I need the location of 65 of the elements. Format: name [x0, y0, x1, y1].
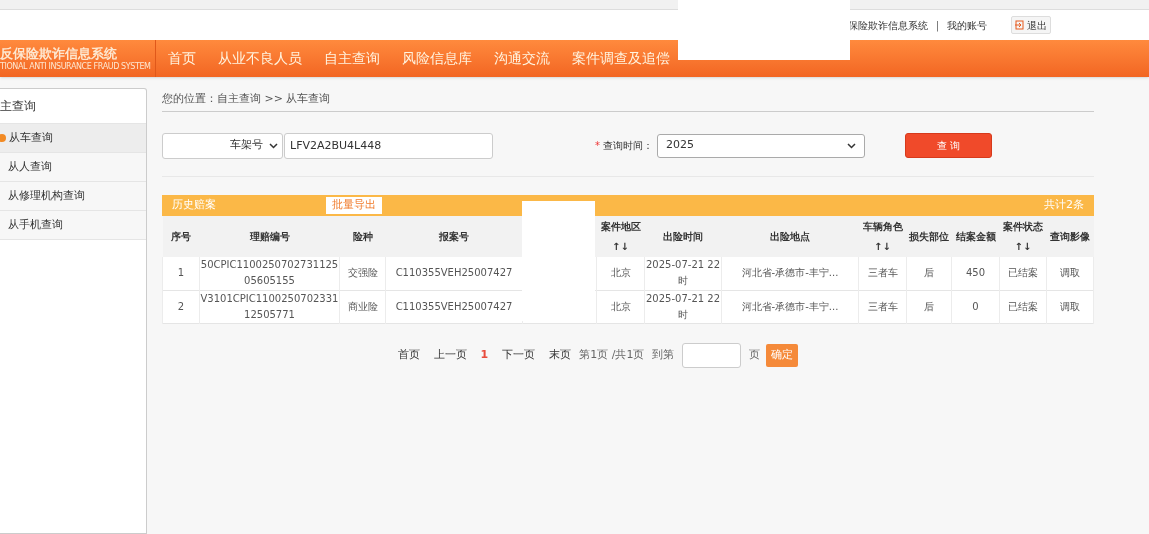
column-header: 险种: [339, 216, 386, 257]
table-cell[interactable]: 调取: [1046, 257, 1094, 290]
column-header: 报案号: [385, 216, 523, 257]
column-header: 案件地区↑↓: [596, 216, 645, 257]
table-cell[interactable]: 调取: [1046, 290, 1094, 323]
table-cell: V3101CPIC110025070233112505771: [199, 290, 340, 323]
next-page-link[interactable]: 下一页: [502, 346, 536, 364]
total-count: 共计2条: [1044, 197, 1084, 214]
search-button[interactable]: 查 询: [905, 133, 992, 158]
column-header: 损失部位: [906, 216, 952, 257]
column-header: 车辆角色↑↓: [858, 216, 907, 257]
logout-icon: [1015, 20, 1025, 30]
table-cell: 2025-07-21 22时: [644, 290, 722, 323]
column-header: 出险地点: [721, 216, 859, 257]
table-cell: 450: [951, 257, 1000, 290]
sidebar-item[interactable]: 从人查询: [0, 153, 146, 182]
page-unit: 页: [749, 346, 761, 363]
table-cell: 北京: [596, 290, 645, 323]
column-header: 理赔编号: [199, 216, 340, 257]
table-cell: 河北省-承德市-丰宁...: [721, 257, 859, 290]
chevron-down-icon: [847, 142, 856, 149]
logo-title: 反保险欺诈信息系统: [0, 45, 118, 62]
table-cell: 后: [906, 257, 952, 290]
sidebar-item[interactable]: 从车查询: [0, 124, 146, 153]
year-select[interactable]: 2025: [657, 133, 865, 158]
column-header: 案件状态↑↓: [999, 216, 1047, 257]
column-header: 结案金额: [951, 216, 1000, 257]
account-link[interactable]: 我的账号: [947, 17, 987, 33]
table-cell: 已结案: [999, 257, 1047, 290]
table-cell: 交强险: [339, 257, 386, 290]
logo-subtitle: TIONAL ANTI INSURANCE FRAUD SYSTEM: [0, 61, 151, 72]
prev-page-link[interactable]: 上一页: [433, 346, 467, 364]
logout-button[interactable]: 退出: [1011, 16, 1051, 34]
page-info: 第1页 /共1页: [579, 346, 645, 363]
vin-field[interactable]: LFV2A2BU4L448: [284, 132, 493, 159]
table-cell: 河北省-承德市-丰宁...: [721, 290, 859, 323]
table-cell: 50CPIC110025070273112505605155: [199, 257, 340, 290]
table-cell: 三者车: [858, 290, 907, 323]
table-cell: 已结案: [999, 290, 1047, 323]
sidebar-item[interactable]: 从修理机构查询: [0, 182, 146, 211]
time-label: * 查询时间：: [595, 139, 653, 153]
table-title: 历史赔案: [172, 197, 216, 214]
page-input[interactable]: [682, 342, 742, 368]
table-cell: C110355VEH25007427: [385, 257, 523, 290]
type-select[interactable]: 车架号: [162, 132, 283, 159]
breadcrumb: 您的位置：自主查询 >> 从车查询: [162, 88, 1094, 112]
table-cell: 三者车: [858, 257, 907, 290]
current-page[interactable]: 1: [480, 346, 489, 364]
table-cell: 北京: [596, 257, 645, 290]
chevron-down-icon: [269, 142, 278, 149]
sidebar-item[interactable]: 从手机查询: [0, 211, 146, 240]
table-cell: C110355VEH25007427: [385, 290, 523, 323]
table-cell: 2025-07-21 22时: [644, 257, 722, 290]
table-cell: 0: [951, 290, 1000, 323]
table-cell: 后: [906, 290, 952, 323]
last-page-link[interactable]: 末页: [549, 346, 572, 364]
goto-label: 到第: [652, 346, 675, 363]
table-cell: 商业险: [339, 290, 386, 323]
separator: |: [935, 18, 939, 33]
first-page-link[interactable]: 首页: [397, 346, 420, 364]
column-header: 出险时间: [644, 216, 722, 257]
column-header: 查询影像: [1046, 216, 1094, 257]
table-cell: 2: [162, 290, 200, 323]
table-cell: 1: [162, 257, 200, 290]
column-header: 序号: [162, 216, 200, 257]
